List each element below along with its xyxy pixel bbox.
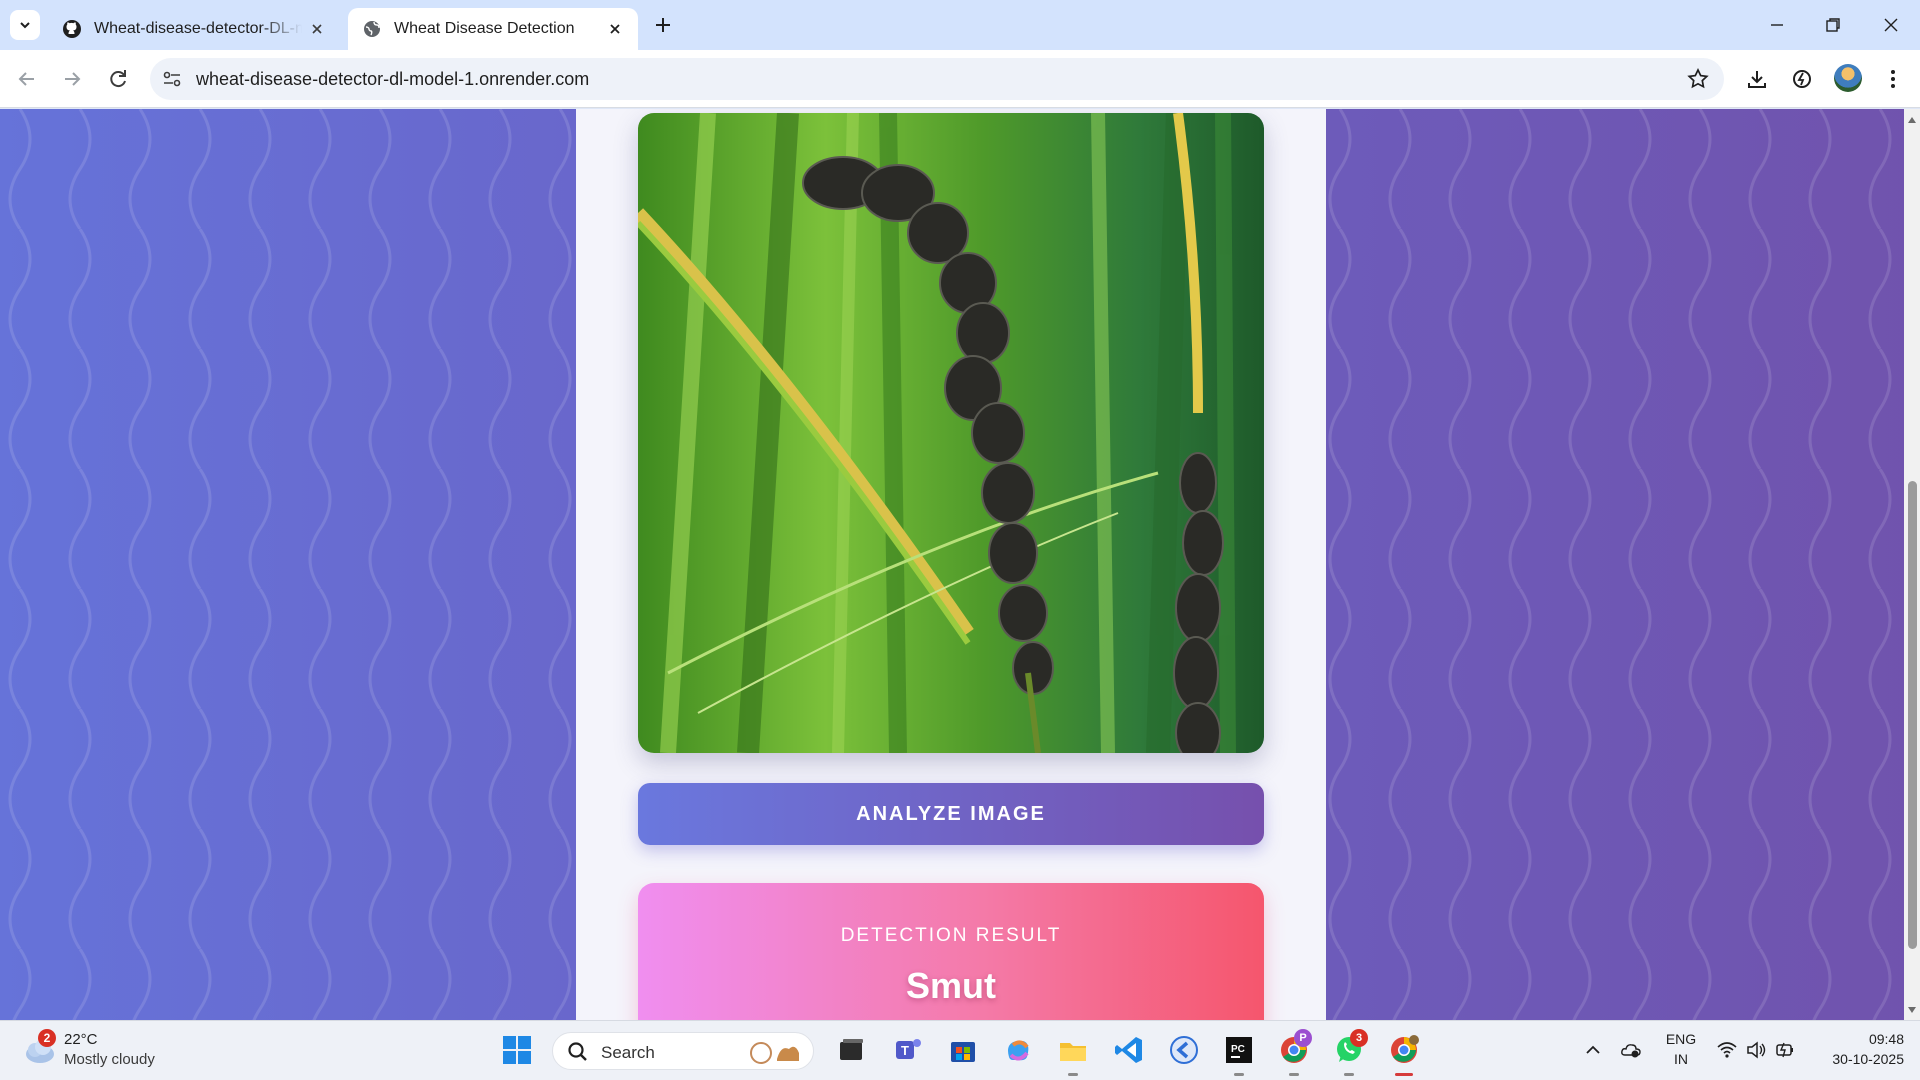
volume-icon[interactable] (1745, 1039, 1767, 1061)
windows-start-icon[interactable] (500, 1033, 534, 1067)
download-icon[interactable] (1745, 67, 1769, 91)
tab-strip: Wheat-disease-detector-DL-model Wheat Di… (0, 0, 1920, 50)
file-explorer-icon[interactable] (1056, 1033, 1090, 1067)
weather-description[interactable]: Mostly cloudy (64, 1051, 155, 1068)
microsoft-store-icon[interactable] (946, 1033, 980, 1067)
wheat-smut-photo (638, 113, 1264, 753)
weather-temp[interactable]: 22°C (64, 1031, 98, 1048)
pycharm-icon[interactable]: PC (1222, 1033, 1256, 1067)
tab-github[interactable]: Wheat-disease-detector-DL-model (48, 8, 340, 50)
chrome-profile-badge: P (1294, 1029, 1312, 1047)
analyze-image-button[interactable]: ANALYZE IMAGE (638, 783, 1264, 845)
app-blue-arrow-icon[interactable] (1167, 1033, 1201, 1067)
page-viewport: ANALYZE IMAGE DETECTION RESULT Smut (0, 109, 1920, 1020)
language-line1[interactable]: ENG (1664, 1031, 1698, 1047)
scrollbar-thumb[interactable] (1908, 481, 1917, 949)
running-indicator (1068, 1073, 1078, 1076)
performance-icon[interactable] (1790, 67, 1814, 91)
vscode-icon[interactable] (1112, 1033, 1146, 1067)
close-tab-icon[interactable] (308, 20, 326, 38)
running-indicator-active (1395, 1073, 1413, 1076)
battery-icon[interactable] (1774, 1039, 1796, 1061)
result-label: DETECTION RESULT (840, 925, 1062, 946)
globe-icon (364, 21, 380, 37)
close-window-icon[interactable] (1880, 14, 1902, 36)
onedrive-icon[interactable] (1620, 1039, 1642, 1061)
back-icon[interactable] (15, 67, 39, 91)
svg-text:PC: PC (1231, 1044, 1245, 1055)
site-info-icon[interactable] (160, 67, 184, 91)
address-bar[interactable]: wheat-disease-detector-dl-model-1.onrend… (150, 58, 1724, 100)
chevron-up-icon[interactable] (1582, 1039, 1604, 1061)
profile-avatar[interactable] (1834, 64, 1862, 92)
search-highlight-icon (750, 1042, 799, 1064)
search-placeholder: Search (601, 1043, 655, 1062)
search-icon (568, 1042, 587, 1061)
running-indicator (1234, 1073, 1244, 1076)
taskbar-search[interactable]: Search (552, 1032, 814, 1070)
wifi-icon[interactable] (1716, 1039, 1738, 1061)
close-tab-icon[interactable] (606, 20, 624, 38)
result-value: Smut (906, 965, 996, 1006)
forward-icon[interactable] (60, 67, 84, 91)
clock-date[interactable]: 30-10-2025 (1810, 1051, 1904, 1067)
clock-time[interactable]: 09:48 (1810, 1031, 1904, 1047)
main-card: ANALYZE IMAGE DETECTION RESULT Smut (576, 109, 1326, 1020)
new-tab-icon[interactable] (652, 14, 674, 36)
scroll-down-icon[interactable] (1907, 1005, 1917, 1015)
copilot-icon[interactable] (1001, 1033, 1035, 1067)
svg-text:T: T (901, 1043, 909, 1058)
running-indicator (1289, 1073, 1299, 1076)
bookmark-star-icon[interactable] (1686, 67, 1710, 91)
windows-taskbar: 2 22°C Mostly cloudy Search T PC P 3 ENG… (0, 1020, 1920, 1080)
running-indicator (1344, 1073, 1354, 1076)
tab-wheat-disease-detection[interactable]: Wheat Disease Detection (348, 8, 638, 50)
teams-icon[interactable]: T (890, 1033, 924, 1067)
language-line2[interactable]: IN (1664, 1051, 1698, 1067)
page-scrollbar[interactable] (1904, 109, 1920, 1020)
chrome-icon[interactable] (1387, 1033, 1421, 1067)
minimize-icon[interactable] (1766, 14, 1788, 36)
task-view-icon[interactable] (834, 1033, 868, 1067)
tab-title: Wheat-disease-detector-DL-model (94, 20, 302, 37)
reload-icon[interactable] (106, 67, 130, 91)
scroll-up-icon[interactable] (1907, 115, 1917, 125)
detection-result-card: DETECTION RESULT Smut (638, 883, 1264, 1020)
weather-badge: 2 (38, 1029, 56, 1047)
menu-dots-icon[interactable] (1881, 67, 1905, 91)
github-icon (63, 20, 81, 38)
url-text: wheat-disease-detector-dl-model-1.onrend… (196, 69, 590, 89)
chevron-down-icon (20, 22, 30, 29)
browser-toolbar: wheat-disease-detector-dl-model-1.onrend… (0, 50, 1920, 108)
tab-search-button[interactable] (10, 10, 40, 40)
whatsapp-badge: 3 (1350, 1029, 1368, 1047)
tab-title: Wheat Disease Detection (394, 20, 575, 37)
restore-icon[interactable] (1822, 14, 1844, 36)
uploaded-image-preview (638, 113, 1264, 753)
